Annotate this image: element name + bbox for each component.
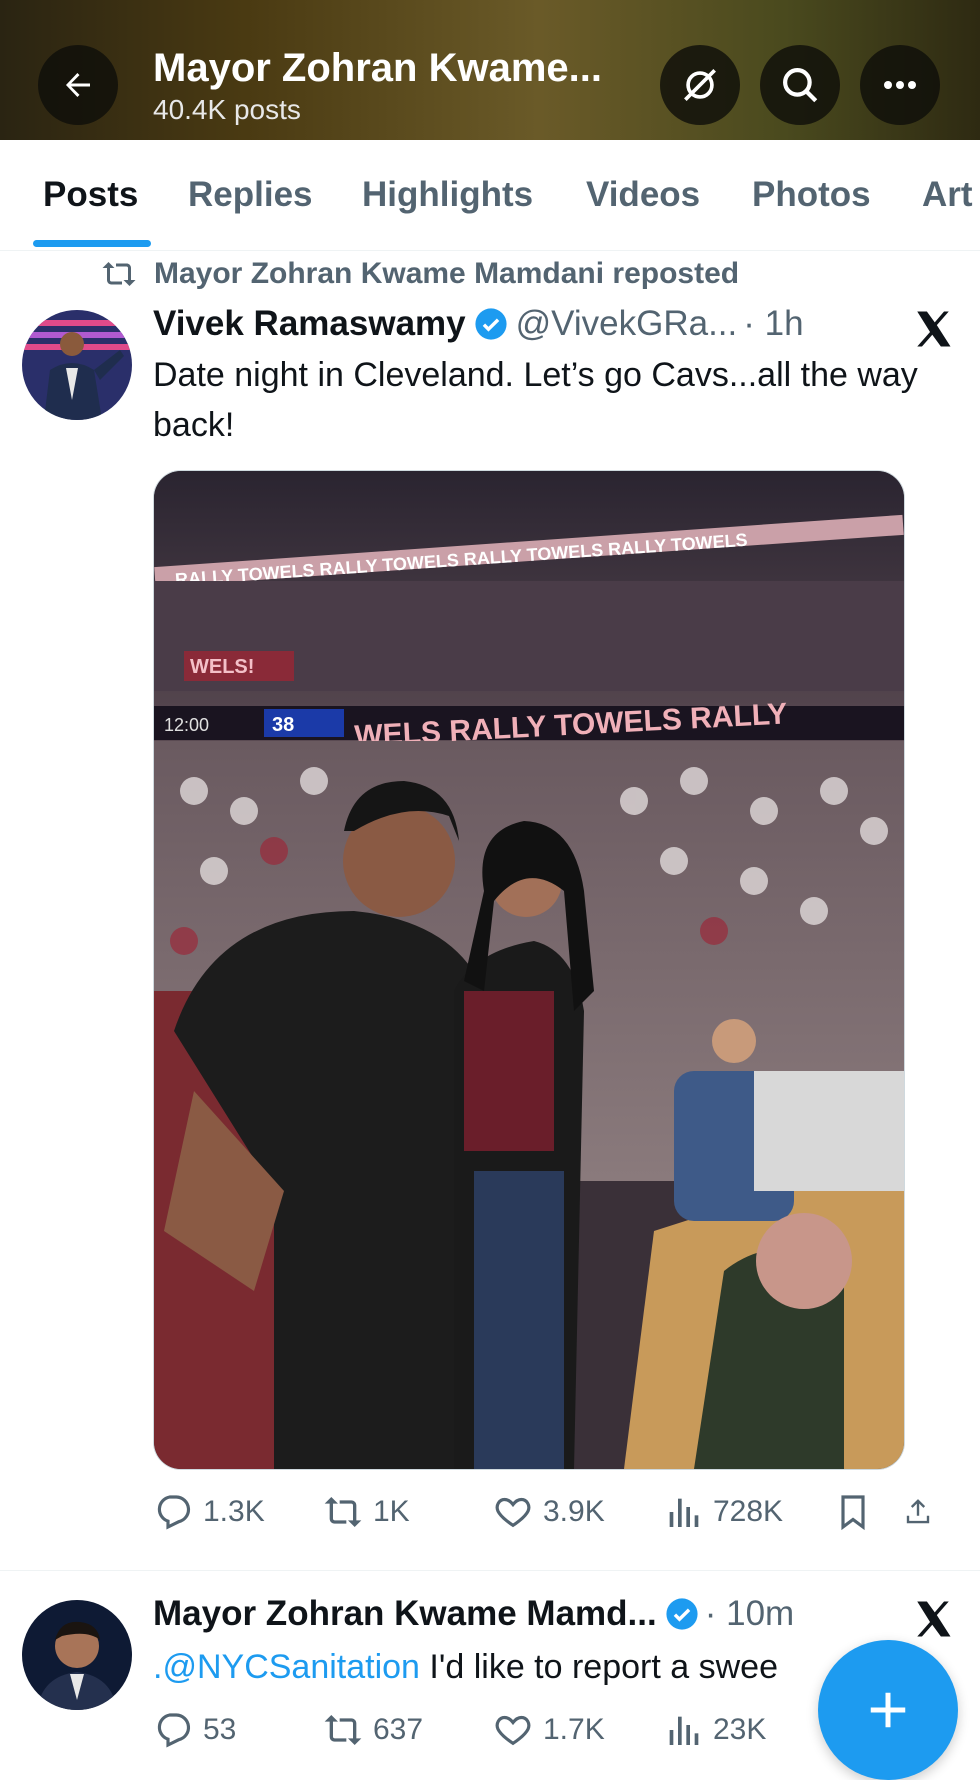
repost-icon bbox=[324, 1497, 362, 1527]
like-count: 3.9K bbox=[543, 1495, 605, 1528]
share-button[interactable] bbox=[903, 1492, 943, 1532]
grok-button[interactable] bbox=[660, 45, 740, 125]
author-handle[interactable]: @VivekGRa... bbox=[516, 304, 738, 344]
back-arrow-icon bbox=[66, 73, 90, 97]
page-title: Mayor Zohran Kwame... bbox=[153, 46, 602, 90]
left-sign: WELS! bbox=[190, 656, 254, 678]
x-logo-icon[interactable] bbox=[912, 308, 954, 350]
post2-author-row: Mayor Zohran Kwame Mamd... · 10m bbox=[153, 1594, 794, 1634]
repost-indicator[interactable]: Mayor Zohran Kwame Mamdani reposted bbox=[100, 257, 739, 291]
avatar-vivek[interactable] bbox=[22, 310, 132, 420]
post-time[interactable]: · 1h bbox=[743, 304, 803, 344]
compose-button[interactable] bbox=[818, 1640, 958, 1780]
avatar-mamdani[interactable] bbox=[22, 1600, 132, 1710]
like-count: 1.7K bbox=[543, 1713, 605, 1746]
views-button[interactable]: 23K bbox=[663, 1710, 833, 1750]
bookmark-button[interactable] bbox=[833, 1492, 903, 1532]
tab-posts[interactable]: Posts bbox=[43, 175, 138, 215]
reply-icon bbox=[157, 1495, 191, 1530]
verified-badge-icon bbox=[475, 308, 507, 340]
view-count: 728K bbox=[713, 1495, 784, 1528]
share-icon bbox=[906, 1499, 930, 1524]
view-count: 23K bbox=[713, 1713, 767, 1746]
repost-button[interactable]: 637 bbox=[323, 1710, 493, 1750]
views-icon bbox=[669, 1716, 699, 1745]
tab-videos[interactable]: Videos bbox=[586, 175, 700, 215]
scoreboard-score: 38 bbox=[272, 714, 294, 736]
reply-button[interactable]: 1.3K bbox=[153, 1492, 323, 1532]
repost-label: Mayor Zohran Kwame Mamdani reposted bbox=[154, 257, 740, 290]
repost-count: 637 bbox=[373, 1713, 424, 1746]
heart-icon bbox=[495, 1715, 531, 1746]
tab-highlights[interactable]: Highlights bbox=[362, 175, 533, 215]
plus-icon bbox=[870, 1692, 906, 1728]
reply-icon bbox=[157, 1713, 191, 1748]
tab-replies[interactable]: Replies bbox=[188, 175, 313, 215]
search-icon bbox=[783, 68, 818, 103]
arena-photo: RALLY TOWELS RALLY TOWELS RALLY TOWELS R… bbox=[154, 471, 904, 1469]
post-time[interactable]: · 10m bbox=[705, 1594, 794, 1634]
post1-actions: 1.3K 1K 3.9K 728K bbox=[153, 1492, 943, 1532]
back-button[interactable] bbox=[38, 45, 118, 125]
bookmark-icon bbox=[841, 1495, 865, 1531]
reply-count: 53 bbox=[203, 1713, 237, 1746]
tab-photos[interactable]: Photos bbox=[752, 175, 871, 215]
post2-body: I'd like to report a swee bbox=[419, 1648, 778, 1686]
repost-count: 1K bbox=[373, 1495, 410, 1528]
scoreboard-clock: 12:00 bbox=[164, 715, 209, 735]
reply-button[interactable]: 53 bbox=[153, 1710, 323, 1750]
post1-author-row: Vivek Ramaswamy @VivekGRa... · 1h bbox=[153, 304, 804, 344]
like-button[interactable]: 3.9K bbox=[493, 1492, 663, 1532]
heart-icon bbox=[495, 1497, 531, 1528]
post1-text: Date night in Cleveland. Let’s go Cavs..… bbox=[153, 356, 918, 444]
post2-text: .@NYCSanitation I'd like to report a swe… bbox=[153, 1642, 853, 1692]
mention-link[interactable]: .@NYCSanitation bbox=[153, 1648, 420, 1686]
avatar-image bbox=[22, 1600, 132, 1710]
profile-tabs: Posts Replies Highlights Videos Photos A… bbox=[0, 140, 980, 251]
author-name[interactable]: Mayor Zohran Kwame Mamd... bbox=[153, 1594, 657, 1634]
post-divider bbox=[0, 1570, 980, 1571]
verified-badge-icon bbox=[666, 1598, 698, 1630]
grok-icon bbox=[684, 69, 716, 101]
like-button[interactable]: 1.7K bbox=[493, 1710, 663, 1750]
x-logo-icon[interactable] bbox=[912, 1598, 954, 1640]
repost-button[interactable]: 1K bbox=[323, 1492, 493, 1532]
more-icon bbox=[884, 81, 916, 89]
views-icon bbox=[669, 1498, 699, 1527]
post-count: 40.4K posts bbox=[153, 94, 301, 125]
repost-icon bbox=[324, 1715, 362, 1745]
more-button[interactable] bbox=[860, 45, 940, 125]
active-tab-indicator bbox=[33, 240, 151, 247]
author-name[interactable]: Vivek Ramaswamy bbox=[153, 304, 466, 344]
profile-header: Mayor Zohran Kwame... 40.4K posts bbox=[0, 0, 980, 140]
avatar-image bbox=[22, 310, 132, 420]
search-button[interactable] bbox=[760, 45, 840, 125]
views-button[interactable]: 728K bbox=[663, 1492, 833, 1532]
reply-count: 1.3K bbox=[203, 1495, 265, 1528]
tab-articles[interactable]: Art bbox=[922, 175, 973, 215]
repost-icon bbox=[102, 262, 136, 286]
post1-photo[interactable]: RALLY TOWELS RALLY TOWELS RALLY TOWELS R… bbox=[153, 470, 905, 1470]
